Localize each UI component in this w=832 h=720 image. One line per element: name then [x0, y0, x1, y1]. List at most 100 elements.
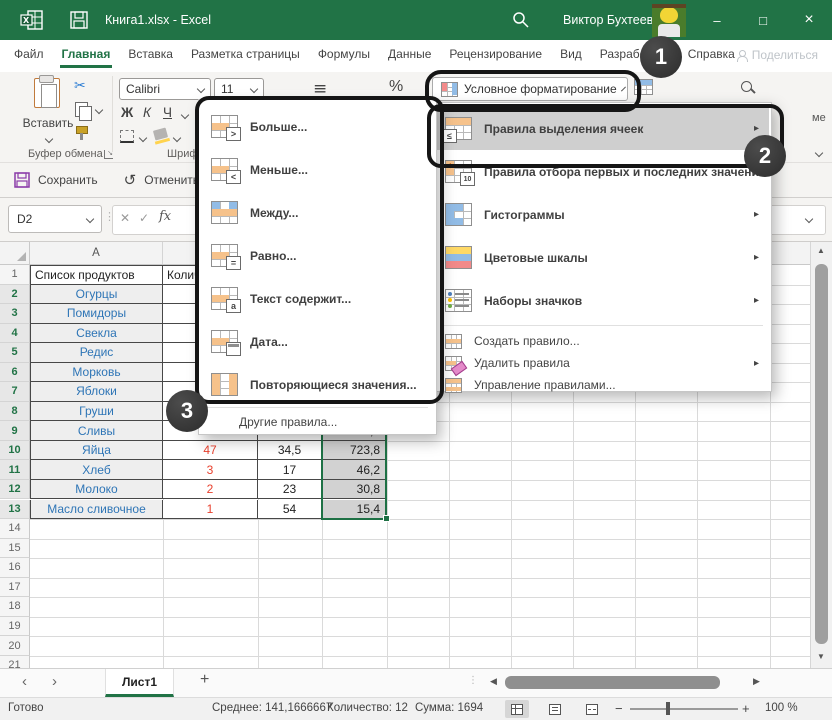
- cell-A12[interactable]: Молоко: [30, 480, 163, 500]
- confirm-entry-icon[interactable]: ✓: [139, 211, 149, 225]
- cell-B12[interactable]: 2: [163, 480, 258, 500]
- submenu-item-greater-than[interactable]: >Больше...: [201, 105, 434, 148]
- conditional-formatting-button[interactable]: Условное форматирование: [432, 77, 628, 101]
- cell-A1[interactable]: Список продуктов: [30, 265, 163, 285]
- cell-A5[interactable]: Редис: [30, 343, 163, 363]
- row-header-21[interactable]: 21: [0, 656, 30, 668]
- row-header-1[interactable]: 1: [0, 265, 30, 285]
- submenu-item-less-than[interactable]: <Меньше...: [201, 148, 434, 191]
- align-text-icon[interactable]: ≡: [313, 79, 327, 99]
- paste-button[interactable]: Вставить: [22, 76, 74, 154]
- copy-dropdown-chevron[interactable]: [95, 106, 103, 114]
- ribbon-search-icon[interactable]: [740, 80, 756, 96]
- format-as-table-icon[interactable]: [634, 79, 653, 95]
- menu-item-new-rule[interactable]: Создать правило...: [435, 330, 769, 352]
- row-header-13[interactable]: 13: [0, 500, 30, 520]
- italic-button[interactable]: К: [143, 105, 151, 120]
- fill-handle[interactable]: [383, 515, 390, 522]
- borders-icon[interactable]: [120, 130, 134, 143]
- zoom-out-button[interactable]: −: [615, 701, 623, 716]
- maximize-button[interactable]: □: [740, 0, 786, 40]
- quick-save-icon[interactable]: [70, 11, 89, 29]
- select-all-corner[interactable]: [0, 242, 30, 265]
- row-header-9[interactable]: 9: [0, 421, 30, 441]
- hscroll-left-arrow[interactable]: ◀: [490, 677, 497, 687]
- cell-A10[interactable]: Яйца: [30, 441, 163, 461]
- cell-C12[interactable]: 23: [258, 480, 322, 500]
- menu-item-manage-rules[interactable]: Управление правилами...: [435, 374, 769, 396]
- bold-button[interactable]: Ж: [121, 105, 133, 120]
- hscroll-right-arrow[interactable]: ▶: [753, 677, 760, 687]
- menu-item-top-bottom-rules[interactable]: ↑10Правила отбора первых и последних зна…: [435, 150, 769, 193]
- cell-A3[interactable]: Помидоры: [30, 304, 163, 324]
- menu-item-clear-rules[interactable]: Удалить правила▸: [435, 352, 769, 374]
- row-header-6[interactable]: 6: [0, 363, 30, 383]
- cell-D12[interactable]: 30,8: [322, 480, 387, 500]
- row-header-7[interactable]: 7: [0, 382, 30, 402]
- vertical-scrollbar[interactable]: ▲ ▼: [810, 242, 832, 668]
- col-header-A[interactable]: A: [30, 242, 163, 264]
- menu-item-data-bars[interactable]: Гистограммы▸: [435, 193, 769, 236]
- close-button[interactable]: ×: [786, 0, 832, 40]
- row-header-11[interactable]: 11: [0, 460, 30, 480]
- cell-A2[interactable]: Огурцы: [30, 285, 163, 305]
- font-size-combo[interactable]: 11: [214, 78, 264, 100]
- fill-color-icon[interactable]: [153, 127, 168, 140]
- zoom-level[interactable]: 100 %: [765, 702, 798, 714]
- cell-D10[interactable]: 723,8: [322, 441, 387, 461]
- ribbon-tab-4[interactable]: Разметка страницы: [189, 45, 302, 67]
- row-header-18[interactable]: 18: [0, 597, 30, 617]
- ribbon-tab-7[interactable]: Рецензирование: [447, 45, 544, 67]
- scroll-up-arrow[interactable]: ▲: [817, 246, 825, 255]
- zoom-slider-track[interactable]: [630, 708, 738, 710]
- share-button[interactable]: Поделиться: [737, 48, 818, 62]
- ribbon-tab-5[interactable]: Формулы: [316, 45, 372, 67]
- cell-A13[interactable]: Масло сливочное: [30, 500, 163, 520]
- ribbon-tab-2[interactable]: Главная: [60, 45, 113, 67]
- underline-button[interactable]: Ч: [163, 105, 172, 120]
- vertical-scroll-thumb[interactable]: [815, 264, 828, 644]
- add-sheet-button[interactable]: +: [200, 671, 209, 689]
- view-normal-button[interactable]: [505, 700, 529, 718]
- row-header-8[interactable]: 8: [0, 402, 30, 422]
- row-header-12[interactable]: 12: [0, 480, 30, 500]
- cut-icon[interactable]: ✂: [74, 78, 86, 94]
- cell-C11[interactable]: 17: [258, 460, 322, 480]
- submenu-item-text-contains[interactable]: aТекст содержит...: [201, 277, 434, 320]
- row-header-4[interactable]: 4: [0, 324, 30, 344]
- row-header-10[interactable]: 10: [0, 441, 30, 461]
- row-header-15[interactable]: 15: [0, 539, 30, 559]
- cell-A9[interactable]: Сливы: [30, 421, 163, 441]
- row-header-20[interactable]: 20: [0, 636, 30, 656]
- prev-sheet-arrow[interactable]: ‹: [22, 673, 27, 690]
- sheet-tab-active[interactable]: Лист1: [105, 669, 174, 697]
- cell-B13[interactable]: 1: [163, 500, 258, 520]
- save-button[interactable]: Сохранить: [14, 172, 98, 188]
- cell-A6[interactable]: Морковь: [30, 363, 163, 383]
- cancel-entry-icon[interactable]: ✕: [120, 211, 130, 225]
- insert-function-icon[interactable]: fx: [159, 209, 171, 224]
- percent-style-button[interactable]: %: [389, 78, 403, 96]
- underline-dropdown-chevron[interactable]: [181, 111, 189, 119]
- avatar[interactable]: [652, 4, 686, 37]
- row-header-5[interactable]: 5: [0, 343, 30, 363]
- format-painter-icon[interactable]: [74, 126, 88, 140]
- view-page-break-button[interactable]: [580, 700, 604, 718]
- cell-A8[interactable]: Груши: [30, 402, 163, 422]
- submenu-item-more-rules[interactable]: Другие правила...: [201, 410, 434, 434]
- cell-D11[interactable]: 46,2: [322, 460, 387, 480]
- zoom-in-button[interactable]: +: [742, 701, 750, 716]
- cell-B11[interactable]: 3: [163, 460, 258, 480]
- row-header-16[interactable]: 16: [0, 558, 30, 578]
- next-sheet-arrow[interactable]: ›: [52, 673, 57, 690]
- borders-dropdown-chevron[interactable]: [139, 134, 147, 142]
- cell-A4[interactable]: Свекла: [30, 324, 163, 344]
- fill-color-dropdown-chevron[interactable]: [173, 134, 181, 142]
- cell-C13[interactable]: 54: [258, 500, 322, 520]
- row-header-3[interactable]: 3: [0, 304, 30, 324]
- view-page-layout-button[interactable]: [543, 700, 567, 718]
- clipboard-dialog-launcher-icon[interactable]: ↘: [104, 150, 113, 159]
- account-user-name[interactable]: Виктор Бухтеев: [563, 13, 653, 27]
- ribbon-collapse-chevron[interactable]: [815, 149, 823, 157]
- zoom-slider-handle[interactable]: [666, 702, 670, 715]
